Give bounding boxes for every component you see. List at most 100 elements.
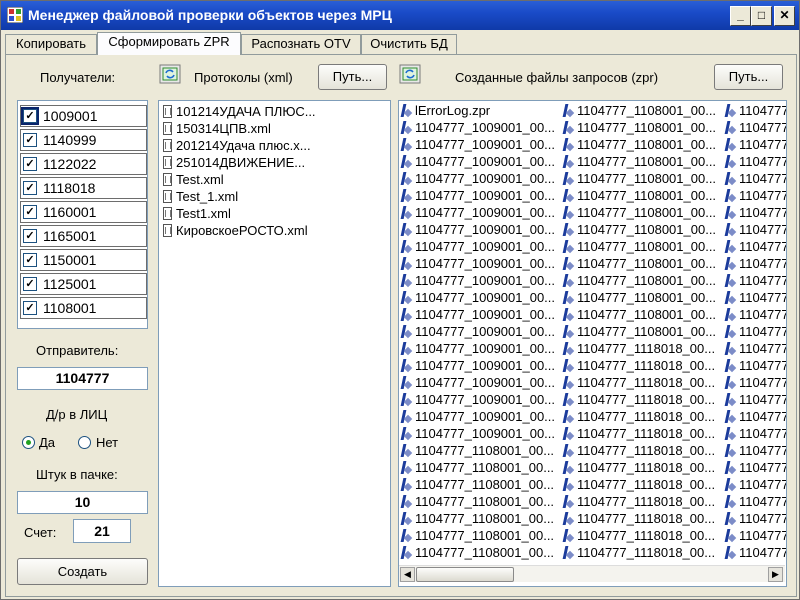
list-item[interactable]: 1104777_1108001_00... xyxy=(563,323,716,340)
scroll-right-icon[interactable]: ▶ xyxy=(768,567,783,582)
list-item[interactable]: 1104777_1009001_00... xyxy=(401,170,555,187)
list-item[interactable]: 1104777_1118018_00... xyxy=(563,442,715,459)
list-item[interactable]: 1104777_1009001_00... xyxy=(401,425,555,442)
list-item[interactable]: КировскоеРОСТО.xml xyxy=(163,222,308,239)
sender-field[interactable]: 1104777 xyxy=(17,367,148,390)
batch-field[interactable]: 10 xyxy=(17,491,148,514)
list-item[interactable]: 1104777_1009001_00... xyxy=(401,238,555,255)
checkbox-icon[interactable]: ✓ xyxy=(23,229,37,243)
list-item[interactable]: 1104777_1009001_00... xyxy=(401,187,555,204)
list-item[interactable]: 1104777 xyxy=(725,510,786,527)
list-item[interactable]: 1104777 xyxy=(725,493,786,510)
list-item[interactable]: 201214Удача плюс.x... xyxy=(163,137,311,154)
scroll-left-icon[interactable]: ◀ xyxy=(400,567,415,582)
list-item[interactable]: 1104777_1009001_00... xyxy=(401,357,555,374)
list-item[interactable]: 1104777 xyxy=(725,340,786,357)
list-item[interactable]: 1104777_1108001_00... xyxy=(401,459,554,476)
list-item[interactable]: 1104777_1108001_00... xyxy=(563,153,716,170)
list-item[interactable]: 1104777_1009001_00... xyxy=(401,408,555,425)
list-item[interactable]: 1104777 xyxy=(725,272,786,289)
list-item[interactable]: 150314ЦПВ.xml xyxy=(163,120,271,137)
list-item[interactable]: 1104777 xyxy=(725,391,786,408)
list-item[interactable]: 1104777_1108001_00... xyxy=(401,476,554,493)
list-item[interactable]: 1104777_1009001_00... xyxy=(401,119,555,136)
list-item[interactable]: 1104777_1118018_00... xyxy=(563,527,715,544)
list-item[interactable]: 1104777_1108001_00... xyxy=(563,119,716,136)
list-item[interactable]: 1104777 xyxy=(725,187,786,204)
list-item[interactable]: 1104777_1118018_00... xyxy=(563,544,715,561)
title-bar[interactable]: Менеджер файловой проверки объектов чере… xyxy=(1,1,799,30)
recipients-list[interactable]: ✓ 1009001 ✓ 1140999 ✓ 1122022 ✓ 1118018 … xyxy=(17,100,148,329)
checkbox-icon[interactable]: ✓ xyxy=(23,277,37,291)
radio-yes[interactable] xyxy=(22,436,35,449)
list-item[interactable]: 1104777_1118018_00... xyxy=(563,374,715,391)
list-item[interactable]: 1104777 xyxy=(725,306,786,323)
checkbox-icon[interactable]: ✓ xyxy=(23,157,37,171)
list-item[interactable]: 1104777_1009001_00... xyxy=(401,272,555,289)
requests-list[interactable]: lErrorLog.zpr 1104777_1009001_00... 110477… xyxy=(398,100,787,587)
list-item[interactable]: 1104777 xyxy=(725,153,786,170)
list-item[interactable]: 1104777_1108001_00... xyxy=(563,170,716,187)
tab-recognize-otv[interactable]: Распознать OTV xyxy=(241,34,361,54)
list-item[interactable]: 1104777 xyxy=(725,442,786,459)
list-item[interactable]: 1104777_1108001_00... xyxy=(563,238,716,255)
count-field[interactable]: 21 xyxy=(73,519,131,543)
protocols-list[interactable]: 101214УДАЧА ПЛЮС... 150314ЦПВ.xml 201214… xyxy=(158,100,391,587)
list-item[interactable]: 1104777_1108001_00... xyxy=(563,102,716,119)
list-item[interactable]: 1104777_1108001_00... xyxy=(401,493,554,510)
tab-copy[interactable]: Копировать xyxy=(5,34,97,54)
list-item[interactable]: 1104777 xyxy=(725,119,786,136)
list-item[interactable]: Test_1.xml xyxy=(163,188,238,205)
list-item[interactable]: 1104777 xyxy=(725,527,786,544)
list-item[interactable]: lErrorLog.zpr xyxy=(401,102,490,119)
list-item[interactable]: 1104777_1009001_00... xyxy=(401,323,555,340)
refresh-requests-icon[interactable] xyxy=(399,64,421,84)
list-item[interactable]: 1104777 xyxy=(725,102,786,119)
tab-generate-zpr[interactable]: Сформировать ZPR xyxy=(97,32,241,55)
list-item[interactable]: 1104777 xyxy=(725,425,786,442)
list-item[interactable]: 1104777_1118018_00... xyxy=(563,493,715,510)
recipient-item[interactable]: ✓ 1122022 xyxy=(20,153,147,175)
checkbox-icon[interactable]: ✓ xyxy=(23,301,37,315)
list-item[interactable]: 1104777_1118018_00... xyxy=(563,340,715,357)
create-button[interactable]: Создать xyxy=(17,558,148,585)
refresh-protocols-icon[interactable] xyxy=(159,64,181,84)
list-item[interactable]: 1104777_1108001_00... xyxy=(563,272,716,289)
list-item[interactable]: 1104777_1118018_00... xyxy=(563,357,715,374)
list-item[interactable]: 1104777 xyxy=(725,238,786,255)
list-item[interactable]: 1104777_1108001_00... xyxy=(563,289,716,306)
list-item[interactable]: 1104777_1009001_00... xyxy=(401,204,555,221)
list-item[interactable]: 1104777_1118018_00... xyxy=(563,408,715,425)
checkbox-icon[interactable]: ✓ xyxy=(21,107,39,125)
list-item[interactable]: 1104777_1108001_00... xyxy=(563,136,716,153)
recipient-item[interactable]: ✓ 1108001 xyxy=(20,297,147,319)
minimize-button[interactable]: _ xyxy=(730,6,751,26)
checkbox-icon[interactable]: ✓ xyxy=(23,181,37,195)
requests-path-button[interactable]: Путь... xyxy=(714,64,783,90)
maximize-button[interactable]: □ xyxy=(751,6,772,26)
recipient-item[interactable]: ✓ 1140999 xyxy=(20,129,147,151)
recipient-item[interactable]: ✓ 1118018 xyxy=(20,177,147,199)
recipient-item[interactable]: ✓ 1160001 xyxy=(20,201,147,223)
list-item[interactable]: 1104777 xyxy=(725,544,786,561)
list-item[interactable]: 1104777_1118018_00... xyxy=(563,425,715,442)
checkbox-icon[interactable]: ✓ xyxy=(23,133,37,147)
list-item[interactable]: 1104777 xyxy=(725,255,786,272)
list-item[interactable]: 1104777_1009001_00... xyxy=(401,289,555,306)
list-item[interactable]: Test.xml xyxy=(163,171,224,188)
list-item[interactable]: 1104777 xyxy=(725,289,786,306)
list-item[interactable]: 1104777 xyxy=(725,221,786,238)
list-item[interactable]: 1104777_1009001_00... xyxy=(401,306,555,323)
list-item[interactable]: 1104777_1118018_00... xyxy=(563,476,715,493)
tab-clear-db[interactable]: Очистить БД xyxy=(361,34,457,54)
recipient-item[interactable]: ✓ 1125001 xyxy=(20,273,147,295)
list-item[interactable]: 101214УДАЧА ПЛЮС... xyxy=(163,103,316,120)
list-item[interactable]: 1104777_1108001_00... xyxy=(401,544,554,561)
list-item[interactable]: 1104777_1118018_00... xyxy=(563,459,715,476)
list-item[interactable]: 1104777_1118018_00... xyxy=(563,510,715,527)
checkbox-icon[interactable]: ✓ xyxy=(23,253,37,267)
list-item[interactable]: 1104777_1009001_00... xyxy=(401,136,555,153)
list-item[interactable]: 1104777_1009001_00... xyxy=(401,153,555,170)
radio-no[interactable] xyxy=(78,436,91,449)
list-item[interactable]: 1104777 xyxy=(725,204,786,221)
